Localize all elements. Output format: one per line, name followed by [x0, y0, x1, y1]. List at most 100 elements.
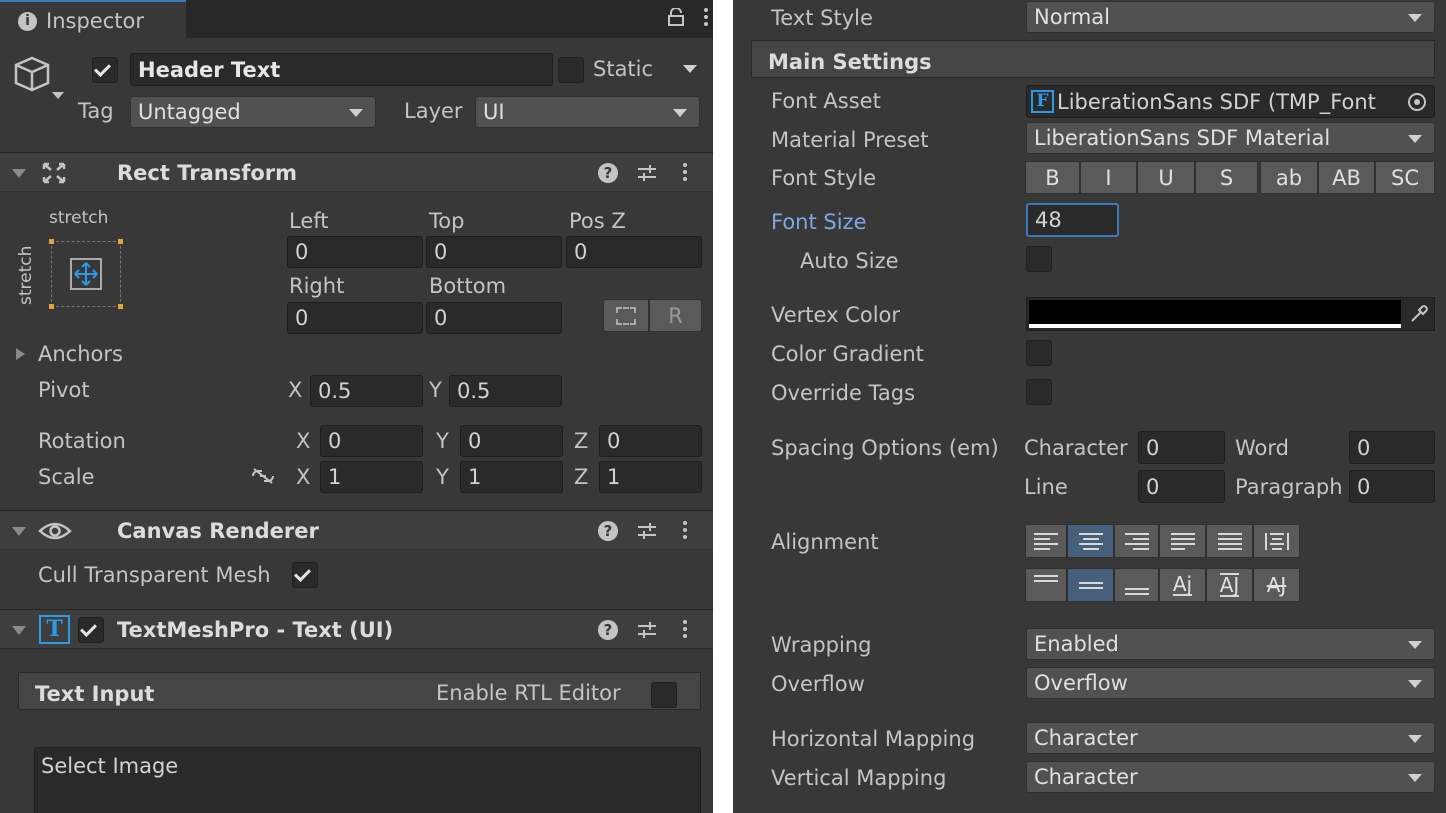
align-top-icon	[1034, 575, 1058, 582]
capline-icon: AJ	[1266, 573, 1287, 597]
component-menu-icon[interactable]	[683, 521, 687, 542]
font-style-lowercase-button[interactable]: ab	[1260, 161, 1318, 194]
help-icon[interactable]: ?	[598, 521, 618, 541]
rotation-z-input[interactable]: 0	[599, 425, 702, 457]
override-tags-label: Override Tags	[771, 381, 916, 405]
scale-x-input[interactable]: 1	[320, 461, 423, 493]
rtl-editor-checkbox[interactable]	[651, 682, 677, 708]
align-top-button[interactable]	[1025, 568, 1067, 602]
presets-icon[interactable]	[638, 165, 656, 181]
tab-inspector[interactable]: i Inspector	[0, 0, 186, 38]
eyedropper-icon[interactable]	[1409, 304, 1429, 328]
align-flush-button[interactable]	[1206, 524, 1253, 558]
text-input-area[interactable]: Select Image	[34, 747, 701, 813]
align-justified-button[interactable]	[1159, 524, 1206, 558]
help-icon[interactable]: ?	[598, 163, 618, 183]
constrain-proportions-icon[interactable]	[250, 466, 276, 490]
rect-transform-icon	[42, 162, 66, 188]
tab-label: Inspector	[46, 9, 144, 33]
active-checkbox[interactable]	[92, 57, 118, 83]
paragraph-spacing-input[interactable]: 0	[1349, 470, 1435, 503]
canvas-renderer-title: Canvas Renderer	[117, 519, 319, 543]
override-tags-checkbox[interactable]	[1026, 379, 1052, 405]
posz-label: Pos Z	[569, 209, 626, 233]
font-style-smallcaps-button[interactable]: SC	[1375, 161, 1435, 194]
top-input[interactable]: 0	[426, 236, 562, 268]
vertex-color-field[interactable]	[1026, 297, 1435, 331]
gameobject-cube-icon[interactable]	[12, 54, 66, 106]
posz-input[interactable]: 0	[566, 236, 702, 268]
anchors-label[interactable]: Anchors	[38, 344, 123, 365]
tab-menu-icon[interactable]	[704, 8, 708, 29]
font-style-bold-button[interactable]: B	[1025, 161, 1080, 194]
anchors-foldout-icon[interactable]	[16, 348, 25, 360]
alignment-label: Alignment	[771, 530, 879, 554]
info-icon: i	[18, 12, 37, 31]
rotation-y-input[interactable]: 0	[460, 425, 563, 457]
object-picker-icon[interactable]	[1408, 93, 1426, 111]
tag-value: Untagged	[138, 100, 241, 124]
component-menu-icon[interactable]	[683, 163, 687, 184]
scale-z-input[interactable]: 1	[599, 461, 702, 493]
word-spacing-label: Word	[1235, 436, 1289, 460]
overflow-dropdown[interactable]: Overflow	[1026, 667, 1435, 699]
lock-icon[interactable]	[668, 7, 684, 26]
horizontal-mapping-label: Horizontal Mapping	[771, 727, 976, 751]
wrapping-label: Wrapping	[771, 633, 872, 657]
word-spacing-input[interactable]: 0	[1349, 431, 1435, 464]
static-dropdown-icon[interactable]	[683, 65, 697, 73]
align-left-button[interactable]	[1025, 524, 1067, 558]
left-input[interactable]: 0	[287, 236, 423, 268]
layer-dropdown[interactable]: UI	[475, 96, 700, 128]
textmeshpro-header[interactable]: T TextMeshPro - Text (UI) ?	[0, 609, 713, 649]
scale-y-input[interactable]: 1	[460, 461, 563, 493]
line-spacing-input[interactable]: 0	[1138, 470, 1225, 503]
character-spacing-input[interactable]: 0	[1138, 431, 1225, 464]
anchor-presets-button[interactable]	[49, 239, 123, 309]
vertical-mapping-dropdown[interactable]: Character	[1026, 761, 1435, 793]
vertex-color-swatch	[1029, 300, 1401, 324]
scale-x-label: X	[296, 465, 311, 489]
font-asset-field[interactable]: F LiberationSans SDF (TMP_Font	[1026, 85, 1435, 118]
align-midline-button[interactable]: AJ	[1206, 568, 1253, 602]
rect-transform-header[interactable]: Rect Transform ?	[0, 152, 713, 192]
blueprint-mode-button[interactable]	[603, 299, 649, 332]
font-style-uppercase-button[interactable]: AB	[1318, 161, 1375, 194]
presets-icon[interactable]	[638, 622, 656, 638]
horizontal-mapping-dropdown[interactable]: Character	[1026, 722, 1435, 754]
presets-icon[interactable]	[638, 523, 656, 539]
textmeshpro-enabled-checkbox[interactable]	[78, 617, 104, 643]
foldout-arrow-icon	[12, 527, 26, 536]
font-size-input[interactable]: 48	[1026, 203, 1119, 237]
help-icon[interactable]: ?	[598, 620, 618, 640]
component-menu-icon[interactable]	[683, 620, 687, 641]
align-geometry-center-button[interactable]	[1253, 524, 1300, 558]
align-bottom-button[interactable]	[1114, 568, 1159, 602]
align-capline-button[interactable]: AJ	[1253, 568, 1300, 602]
font-style-strikethrough-button[interactable]: S	[1195, 161, 1258, 194]
color-gradient-label: Color Gradient	[771, 342, 924, 366]
pivot-x-input[interactable]: 0.5	[310, 375, 423, 407]
font-style-italic-button[interactable]: I	[1080, 161, 1137, 194]
right-input[interactable]: 0	[287, 302, 423, 334]
align-baseline-button[interactable]: Aj	[1159, 568, 1206, 602]
font-style-underline-button[interactable]: U	[1137, 161, 1195, 194]
auto-size-checkbox[interactable]	[1026, 246, 1052, 272]
rotation-x-input[interactable]: 0	[320, 425, 423, 457]
align-middle-button[interactable]	[1067, 568, 1114, 602]
material-preset-dropdown[interactable]: LiberationSans SDF Material	[1026, 122, 1435, 154]
line-spacing-label: Line	[1024, 475, 1068, 499]
align-right-button[interactable]	[1114, 524, 1159, 558]
object-name-input[interactable]: Header Text	[130, 53, 553, 86]
align-center-button[interactable]	[1067, 524, 1114, 558]
wrapping-dropdown[interactable]: Enabled	[1026, 628, 1435, 660]
tag-dropdown[interactable]: Untagged	[130, 96, 376, 128]
static-checkbox[interactable]	[558, 57, 584, 83]
cull-transparent-checkbox[interactable]	[292, 562, 318, 588]
pivot-y-input[interactable]: 0.5	[449, 375, 562, 407]
text-style-dropdown[interactable]: Normal	[1026, 1, 1435, 33]
color-gradient-checkbox[interactable]	[1026, 340, 1052, 366]
bottom-input[interactable]: 0	[426, 302, 562, 334]
canvas-renderer-header[interactable]: Canvas Renderer ?	[0, 510, 713, 550]
raw-edit-button[interactable]: R	[649, 299, 702, 332]
